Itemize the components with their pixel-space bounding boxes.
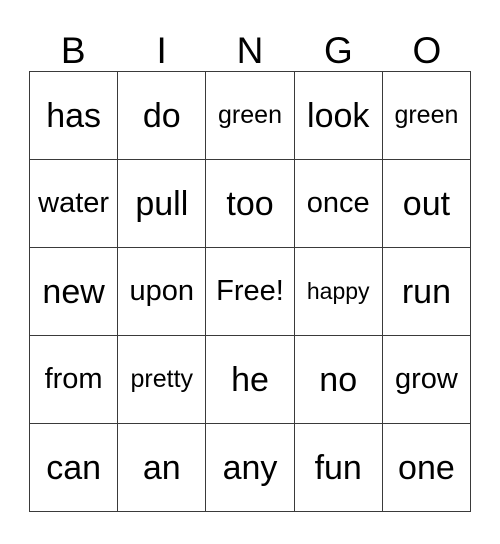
bingo-cell[interactable]: out [382, 160, 472, 248]
bingo-cell[interactable]: any [206, 424, 295, 512]
bingo-cell[interactable]: new [30, 248, 119, 336]
bingo-cell-label: an [142, 448, 181, 487]
bingo-cell[interactable]: can [30, 424, 119, 512]
bingo-free-space-cell[interactable]: Free! [206, 248, 295, 336]
bingo-cell-label: new [42, 272, 105, 311]
bingo-free-space-label: Free! [216, 275, 284, 307]
bingo-cell[interactable]: from [30, 336, 119, 424]
bingo-cell-label: from [44, 363, 103, 395]
bingo-cell-label: once [306, 187, 370, 219]
bingo-cell-label: look [307, 96, 370, 135]
bingo-cell-label: run [401, 272, 451, 311]
bingo-cell[interactable]: too [206, 160, 295, 248]
bingo-row: water pull too once out [30, 160, 472, 248]
bingo-grid: has do green look green water pull too o… [29, 71, 472, 512]
bingo-cell-label: grow [394, 363, 458, 395]
bingo-cell-label: water [38, 187, 110, 219]
bingo-cell-label: pull [135, 184, 189, 223]
bingo-header-letter-n: N [236, 30, 264, 71]
bingo-header-row: B I N G O [29, 14, 471, 71]
bingo-cell-label: one [398, 448, 455, 487]
bingo-cell-label: fun [314, 448, 362, 487]
bingo-cell-label: can [46, 448, 102, 487]
bingo-header-letter-o: O [412, 30, 442, 71]
bingo-cell-label: green [218, 101, 282, 129]
bingo-cell[interactable]: pretty [118, 336, 207, 424]
bingo-cell[interactable]: one [382, 424, 472, 512]
bingo-cell-label: no [319, 360, 358, 399]
bingo-header-letter-b: B [60, 30, 86, 71]
bingo-cell[interactable]: an [118, 424, 207, 512]
bingo-cell-label: upon [129, 275, 195, 307]
bingo-cell-label: any [222, 448, 278, 487]
bingo-cell[interactable]: run [382, 248, 472, 336]
bingo-row: from pretty he no grow [30, 336, 472, 424]
bingo-cell[interactable]: once [294, 160, 383, 248]
bingo-cell-label: has [46, 96, 102, 135]
bingo-cell-label: he [231, 360, 269, 399]
bingo-cell[interactable]: pull [118, 160, 207, 248]
bingo-header-letter-i: I [156, 30, 167, 71]
bingo-cell-label: happy [306, 278, 370, 304]
bingo-cell[interactable]: has [30, 72, 119, 160]
bingo-row: has do green look green [30, 72, 472, 160]
bingo-cell-label: do [142, 96, 181, 135]
bingo-cell[interactable]: happy [294, 248, 383, 336]
bingo-cell[interactable]: green [382, 72, 472, 160]
bingo-cell-label: out [402, 184, 451, 223]
bingo-cell[interactable]: fun [294, 424, 383, 512]
bingo-cell-label: too [226, 184, 274, 223]
bingo-cell[interactable]: green [206, 72, 295, 160]
bingo-cell[interactable]: water [30, 160, 119, 248]
bingo-row: can an any fun one [30, 424, 472, 512]
bingo-cell-label: green [394, 101, 459, 129]
bingo-cell[interactable]: do [118, 72, 207, 160]
bingo-cell[interactable]: upon [118, 248, 207, 336]
bingo-row: new upon Free! happy run [30, 248, 472, 336]
bingo-header-letter-g: G [324, 30, 353, 71]
bingo-cell[interactable]: look [294, 72, 383, 160]
bingo-cell[interactable]: grow [382, 336, 472, 424]
bingo-cell[interactable]: he [206, 336, 295, 424]
bingo-card: B I N G O has do green look green water … [29, 14, 472, 512]
bingo-cell-label: pretty [130, 365, 194, 393]
bingo-cell[interactable]: no [294, 336, 383, 424]
